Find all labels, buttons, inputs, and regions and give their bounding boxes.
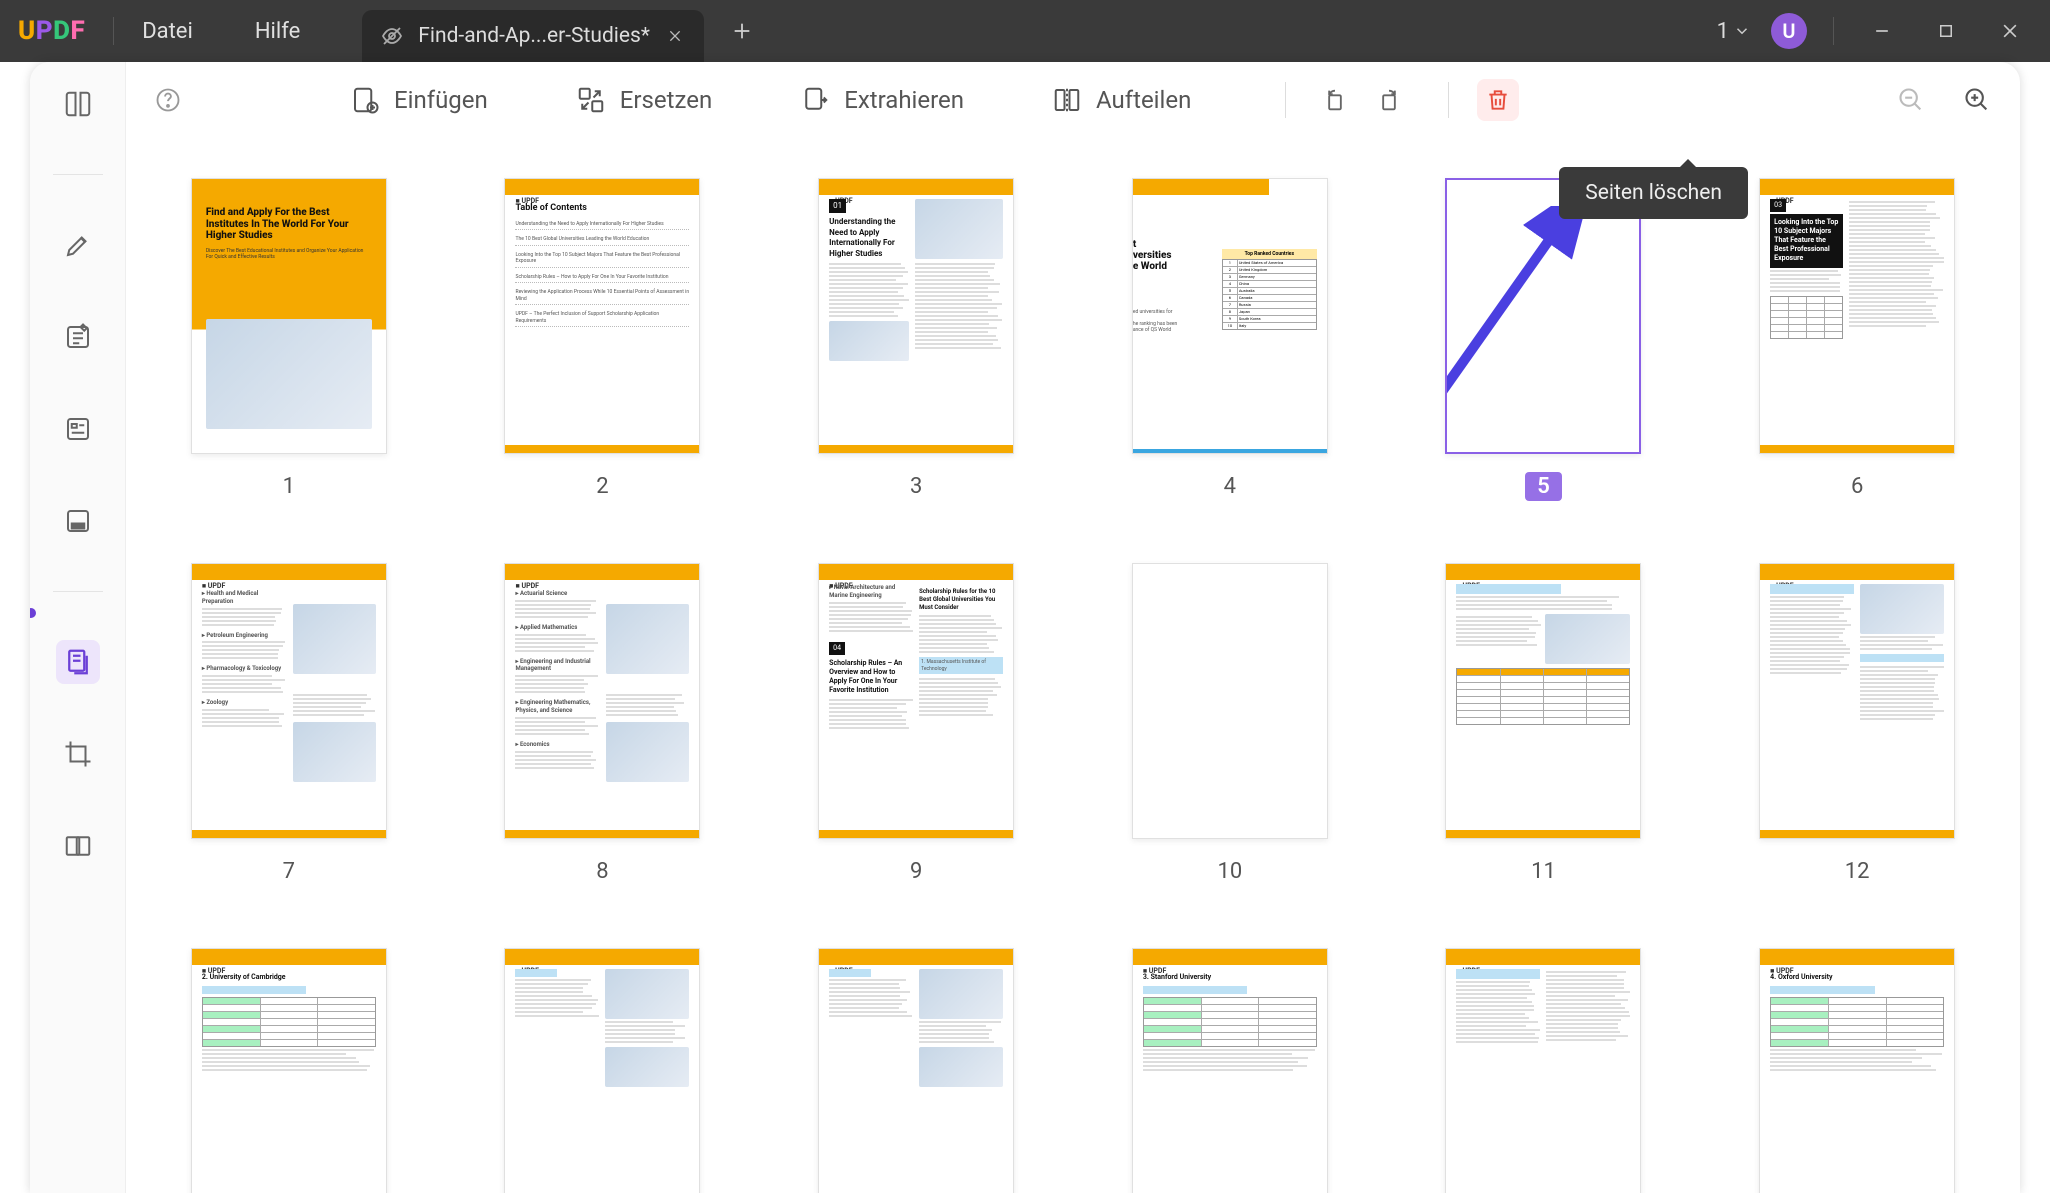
page-thumbnail[interactable]: ■ UPDF 2. University of Cambridge [191,948,387,1193]
page-thumbnail-cell: ■ UPDF 11 [1421,563,1667,886]
separator [53,174,103,175]
crop-icon[interactable] [56,732,100,776]
compare-icon[interactable] [56,824,100,868]
zoom-out-button[interactable] [1890,79,1932,121]
separator [53,591,103,592]
reader-mode-icon[interactable] [56,82,100,126]
page-thumbnail[interactable]: ■ UPDF [1445,948,1641,1193]
page-thumbnail[interactable]: ■ UPDF [818,948,1014,1193]
extract-button[interactable]: Extrahieren [790,79,974,121]
page-grid: Find and Apply For the Best Institutes I… [166,178,1980,1193]
page-thumbnail[interactable]: tversitiese World ed universities forhe … [1132,178,1328,454]
page-thumbnail-cell: ■ UPDF 12 [1734,563,1980,886]
insert-button[interactable]: Einfügen [340,79,498,121]
page-number: 12 [1833,857,1882,886]
page-thumbnail[interactable]: ■ UPDF ▸ Health and Medical Preparation▸… [191,563,387,839]
page-thumbnail-cell: tversitiese World ed universities forhe … [1107,178,1353,501]
page-thumbnail[interactable]: ■ UPDF ▸ Naval Architecture and Marine E… [818,563,1014,839]
content-area: Einfügen Ersetzen Extrahieren Aufteilen [126,62,2020,1193]
page-number: 5 [1525,472,1562,501]
maximize-button[interactable] [1924,11,1968,51]
page-thumbnail-cell: ■ UPDF 01 Understanding the Need to Appl… [793,178,1039,501]
page-thumbnail[interactable]: Find and Apply For the Best Institutes I… [191,178,387,454]
replace-button[interactable]: Ersetzen [566,79,722,121]
page-thumbnail-cell: ■ UPDF ▸ Health and Medical Preparation▸… [166,563,412,886]
toolbar: Einfügen Ersetzen Extrahieren Aufteilen [126,62,2020,138]
page-thumbnail[interactable]: ■ UPDF [504,948,700,1193]
page-thumbnail-cell: Find and Apply For the Best Institutes I… [166,178,412,501]
separator [1285,82,1286,118]
app-logo: UPDF [18,16,85,46]
page-number: 9 [898,857,934,886]
page-number: 1 [271,472,307,501]
sidebar [30,62,126,1193]
page-number: 11 [1519,857,1568,886]
page-thumbnail[interactable]: ■ UPDF 01 Understanding the Need to Appl… [818,178,1014,454]
add-tab-button[interactable] [722,11,762,51]
page-thumbnail-cell: ■ UPDF 03 Looking Into the Top 10 Subjec… [1734,178,1980,501]
page-thumbnail-cell: ■ UPDF 14 [480,948,726,1193]
document-tab[interactable]: Find-and-Ap...er-Studies* [362,10,704,62]
page-thumbnail[interactable]: ■ UPDF 03 Looking Into the Top 10 Subjec… [1759,178,1955,454]
page-number: 10 [1205,857,1254,886]
minimize-button[interactable] [1860,11,1904,51]
page-thumbnail[interactable] [1132,563,1328,839]
page-number: 8 [584,857,620,886]
page-number: 4 [1212,472,1248,501]
page-grid-scroll[interactable]: Find and Apply For the Best Institutes I… [126,138,2020,1193]
page-number: 3 [898,472,934,501]
edit-text-icon[interactable] [56,315,100,359]
rotate-left-button[interactable] [1314,79,1356,121]
page-thumbnail-cell: 10 [1107,563,1353,886]
rotate-right-button[interactable] [1368,79,1410,121]
page-thumbnail[interactable]: ■ UPDF 4. Oxford University [1759,948,1955,1193]
page-thumbnail[interactable]: ■ UPDF 3. Stanford University [1132,948,1328,1193]
page-number: 7 [271,857,307,886]
separator [1448,82,1449,118]
split-button[interactable]: Aufteilen [1042,79,1201,121]
active-indicator [30,608,36,618]
highlighter-icon[interactable] [56,223,100,267]
zoom-in-button[interactable] [1956,79,1998,121]
page-thumbnail-cell: ■ UPDF 2. University of Cambridge 13 [166,948,412,1193]
page-thumbnail-cell: ■ UPDF 4. Oxford University 18 [1734,948,1980,1193]
page-thumbnail-cell: 5 [1421,178,1667,501]
page-thumbnail-cell: ■ UPDF 15 [793,948,1039,1193]
page-thumbnail-cell: ■ UPDF ▸ Naval Architecture and Marine E… [793,563,1039,886]
page-thumbnail-cell: ■ UPDF Table of Contents Understanding t… [480,178,726,501]
redact-icon[interactable] [56,499,100,543]
tab-title: Find-and-Ap...er-Studies* [418,24,650,48]
page-thumbnail-cell: ■ UPDF 17 [1421,948,1667,1193]
page-number: 6 [1839,472,1875,501]
menu-file[interactable]: Datei [142,19,193,44]
page-thumbnail[interactable]: ■ UPDF ▸ Actuarial Science▸ Applied Math… [504,563,700,839]
page-thumbnail[interactable]: ■ UPDF [1759,563,1955,839]
close-icon[interactable] [664,25,686,47]
page-thumbnail[interactable]: ■ UPDF [1445,563,1641,839]
form-icon[interactable] [56,407,100,451]
main-area: Einfügen Ersetzen Extrahieren Aufteilen [30,62,2020,1193]
page-number: 2 [584,472,620,501]
close-window-button[interactable] [1988,11,2032,51]
page-thumbnail-cell: ■ UPDF ▸ Actuarial Science▸ Applied Math… [480,563,726,886]
organize-pages-icon[interactable] [56,640,100,684]
menu-help[interactable]: Hilfe [255,19,300,44]
divider [1833,17,1834,45]
page-thumbnail[interactable]: ■ UPDF Table of Contents Understanding t… [504,178,700,454]
page-thumbnail-cell: ■ UPDF 3. Stanford University 16 [1107,948,1353,1193]
titlebar: UPDF Datei Hilfe Find-and-Ap...er-Studie… [0,0,2050,62]
avatar[interactable]: U [1771,13,1807,49]
help-icon[interactable] [148,80,188,120]
divider [113,17,114,45]
doc-count[interactable]: 1 [1717,19,1751,44]
delete-pages-button[interactable] [1477,79,1519,121]
delete-tooltip: Seiten löschen [1559,167,1748,219]
eye-off-icon [380,24,404,48]
page-thumbnail[interactable] [1445,178,1641,454]
